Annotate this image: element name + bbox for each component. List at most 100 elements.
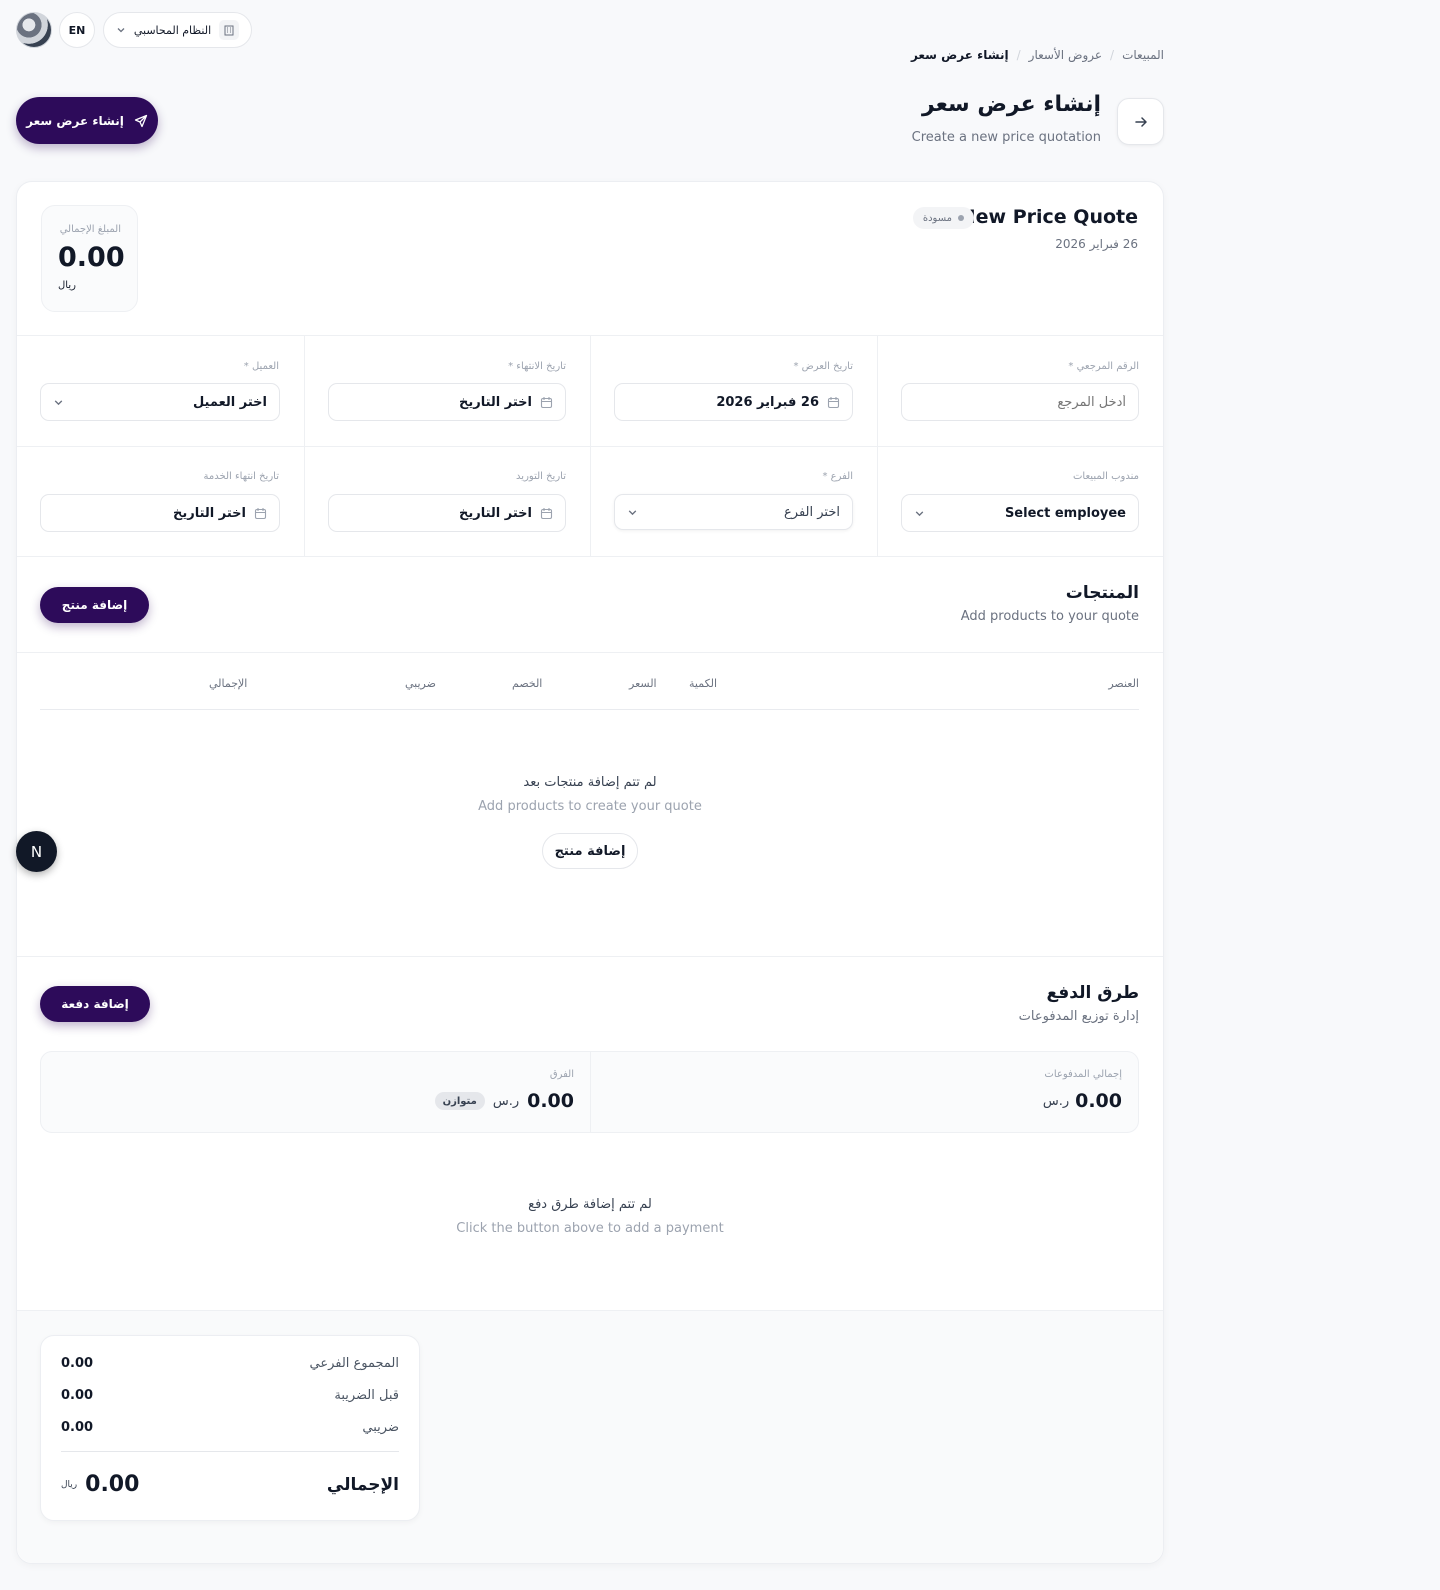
tax-value: 0.00 [61,1420,94,1435]
service-end-date-value: اختر التاريخ [172,505,246,521]
supply-date-picker[interactable]: اختر التاريخ [328,494,566,532]
total-paid-label: إجمالي المدفوعات [1044,1069,1122,1080]
customer-select-value: اختر العميل [192,394,267,410]
add-payment-button[interactable]: إضافة دفعة [40,986,150,1022]
pre-tax-row: 0.00 قبل الضريبة [61,1388,399,1403]
sales-rep-select[interactable]: Select employee [901,494,1139,532]
divider [877,336,878,556]
expiry-date-value: اختر التاريخ [458,394,532,410]
grand-total-amount: ريال 0.00 [61,1472,139,1497]
column-quantity: الكمية [689,677,718,690]
total-amount-label: المبلغ الإجمالي [59,224,121,235]
quote-date: 26 فبراير 2026 [1055,237,1138,251]
customer-select[interactable]: اختر العميل [40,383,280,421]
products-empty-subtitle: Add products to create your quote [478,799,702,814]
chevron-down-icon [627,507,638,518]
send-icon [134,114,148,128]
total-amount-value: 0.00 [58,242,125,273]
difference-currency: ر.س [492,1093,520,1109]
calendar-icon [254,507,267,520]
system-selector-label: النظام المحاسبي [133,23,212,37]
difference-value: 0.00 [527,1090,574,1112]
divider [590,336,591,556]
divider [304,336,305,556]
products-title: المنتجات [1065,583,1139,603]
supply-date-label: تاريخ التوريد [516,471,566,482]
payments-empty-subtitle: Click the button above to add a payment [456,1221,724,1236]
breadcrumb: المبيعات / عروض الأسعار / إنشاء عرض سعر [910,48,1164,62]
quote-date-picker[interactable]: 26 فبراير 2026 [614,383,853,421]
payments-empty-title: لم تتم إضافة طرق دفع [528,1197,652,1212]
expiry-date-picker[interactable]: اختر التاريخ [328,383,566,421]
reference-label: الرقم المرجعي * [1068,361,1139,372]
total-paid-currency: ر.س [1042,1093,1070,1109]
subtotal-value: 0.00 [61,1356,94,1371]
customer-label: العميل * [243,361,279,372]
table-header-divider [40,709,1139,710]
branch-select[interactable]: اختر الفرع [614,494,853,530]
grand-total-currency: ريال [61,1479,78,1490]
tax-row: 0.00 ضريبي [61,1420,399,1435]
system-selector[interactable]: النظام المحاسبي [103,12,252,48]
products-empty-title: لم تتم إضافة منتجات بعد [523,775,657,790]
expiry-date-label: تاريخ الانتهاء * [508,361,566,372]
breadcrumb-sales[interactable]: المبيعات [1122,48,1164,62]
divider [17,956,1163,957]
supply-date-value: اختر التاريخ [458,505,532,521]
assistant-badge[interactable]: N [16,831,57,872]
breadcrumb-quotes[interactable]: عروض الأسعار [1029,48,1102,62]
add-product-empty-label: إضافة منتج [554,843,626,859]
building-icon [219,20,239,40]
chevron-down-icon [914,508,925,519]
create-quote-label: إنشاء عرض سعر [26,113,124,128]
back-button[interactable] [1117,98,1164,145]
create-quote-button[interactable]: إنشاء عرض سعر [16,97,158,144]
sales-rep-select-value: Select employee [1004,505,1126,521]
calendar-icon [827,396,840,409]
service-end-date-label: تاريخ انتهاء الخدمة [203,471,279,482]
subtotal-row: 0.00 المجموع الفرعي [61,1356,399,1371]
column-tax: ضريبي [405,677,436,690]
page-title: إنشاء عرض سعر [921,92,1101,117]
quote-date-label: تاريخ العرض * [793,361,853,372]
difference-label: الفرق [549,1069,574,1080]
sales-rep-label: مندوب المبيعات [1073,471,1139,482]
add-product-button[interactable]: إضافة منتج [40,587,149,623]
divider [590,1052,591,1132]
branch-select-value: اختر الفرع [784,504,840,520]
total-paid-value: 0.00 [1075,1090,1122,1112]
subtotal-label: المجموع الفرعي [309,1356,399,1371]
reference-input[interactable] [901,383,1139,421]
divider [17,652,1163,653]
status-badge: مسودة [912,207,974,229]
add-product-empty-button[interactable]: إضافة منتج [542,833,638,869]
chevron-down-icon [53,397,64,408]
breadcrumb-current: إنشاء عرض سعر [910,48,1009,62]
total-amount-box: المبلغ الإجمالي 0.00 ريال [41,205,138,312]
status-dot [958,215,964,221]
service-end-date-picker[interactable]: اختر التاريخ [40,494,280,532]
divider [17,556,1163,557]
user-avatar[interactable] [16,12,52,48]
language-toggle[interactable]: EN [59,12,95,48]
products-subtitle: Add products to your quote [960,609,1139,624]
column-total: الإجمالي [209,677,248,690]
calendar-icon [540,396,553,409]
chevron-down-icon [116,25,126,35]
payments-subtitle: إدارة توزيع المدفوعات [1018,1009,1139,1024]
add-payment-label: إضافة دفعة [61,997,129,1011]
difference-amount: متوازن ر.س 0.00 [434,1090,574,1112]
summary-divider [61,1451,399,1452]
grand-total-value: 0.00 [85,1472,140,1497]
balanced-badge: متوازن [434,1092,485,1110]
page-subtitle: Create a new price quotation [911,130,1101,145]
grand-total-row: ريال 0.00 الإجمالي [61,1472,399,1497]
status-label: مسودة [922,212,952,224]
payments-title: طرق الدفع [1046,983,1139,1003]
quote-title: New Price Quote [959,206,1138,228]
add-product-label: إضافة منتج [61,598,128,612]
column-price: السعر [629,677,657,690]
total-paid-amount: ر.س 0.00 [1043,1090,1122,1112]
branch-label: الفرع * [822,471,853,482]
arrow-right-icon [1133,114,1149,130]
